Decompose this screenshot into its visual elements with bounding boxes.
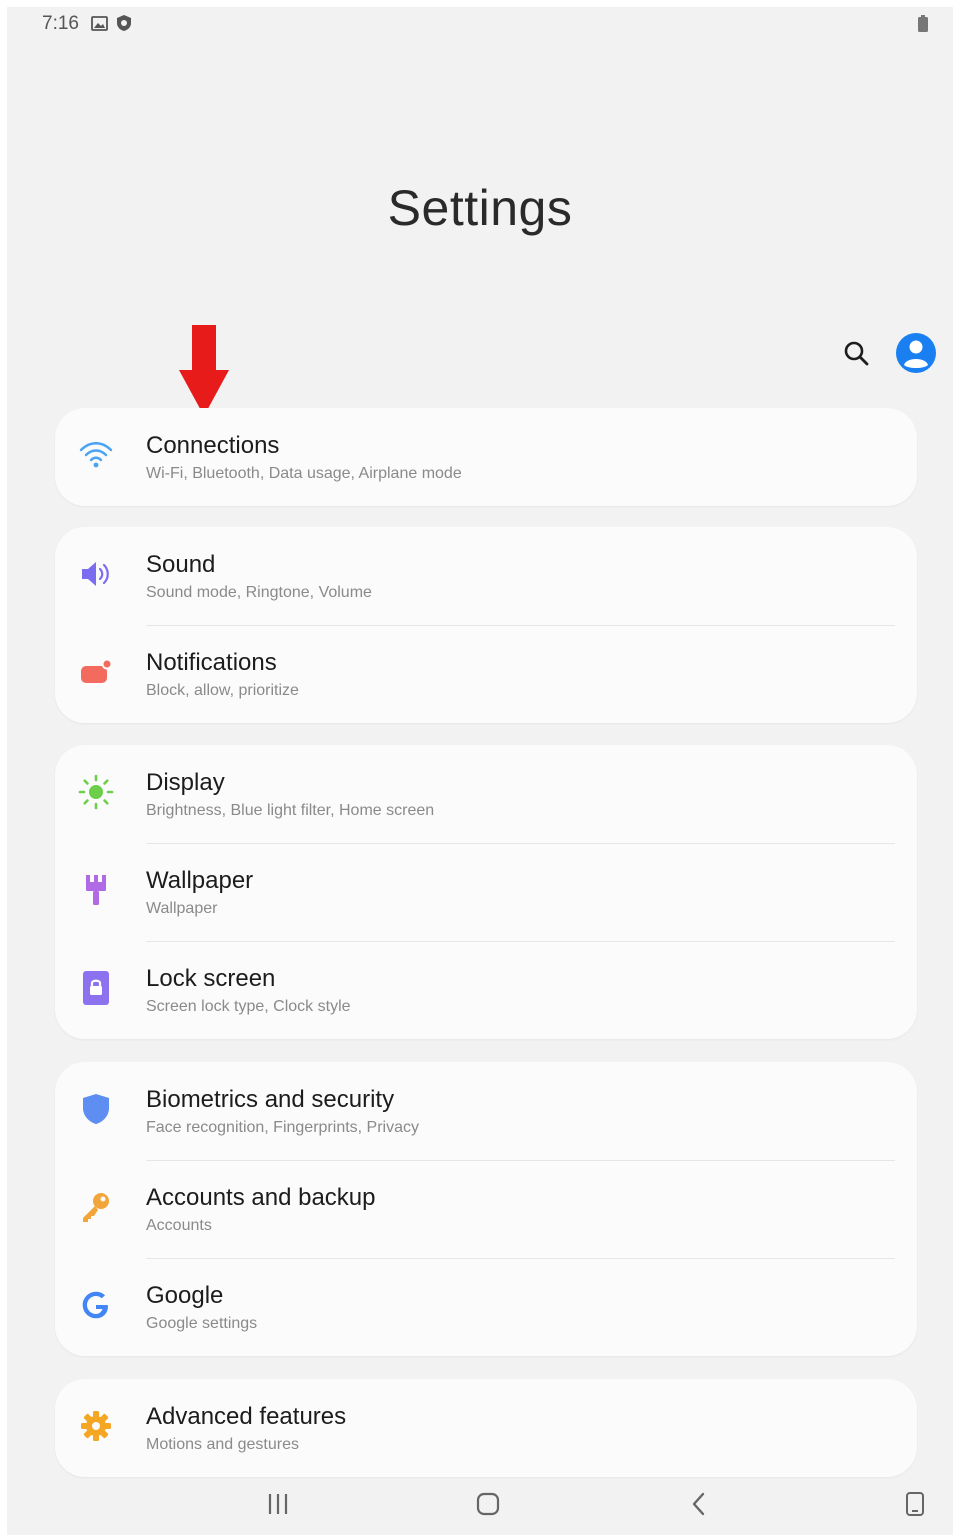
recent-apps-icon[interactable] [258, 1487, 298, 1521]
settings-item-subtitle: Block, allow, prioritize [146, 682, 299, 699]
settings-item-title: Google [146, 1282, 224, 1309]
settings-item-subtitle: Wallpaper [146, 900, 218, 917]
battery-icon [917, 15, 929, 37]
settings-item-google[interactable]: Google Google settings [55, 1258, 917, 1356]
settings-item-title: Biometrics and security [146, 1086, 395, 1113]
settings-item-subtitle: Wi-Fi, Bluetooth, Data usage, Airplane m… [146, 465, 462, 482]
settings-item-title: Accounts and backup [146, 1184, 376, 1211]
settings-group-security: Biometrics and security Face recognition… [55, 1062, 917, 1356]
settings-item-title: Notifications [146, 649, 277, 676]
settings-screen: 7:16 Settings Connections Wi-Fi, Bluetoo… [7, 7, 953, 1535]
settings-group-connections: Connections Wi-Fi, Bluetooth, Data usage… [55, 408, 917, 506]
wifi-icon [78, 437, 114, 473]
settings-item-subtitle: Sound mode, Ringtone, Volume [146, 584, 372, 601]
back-icon[interactable] [679, 1487, 719, 1521]
speaker-icon [78, 556, 114, 592]
settings-item-accounts[interactable]: Accounts and backup Accounts [55, 1160, 917, 1258]
settings-item-subtitle: Brightness, Blue light filter, Home scre… [146, 802, 435, 819]
settings-item-wallpaper[interactable]: Wallpaper Wallpaper [55, 843, 917, 941]
settings-item-title: Display [146, 769, 225, 796]
settings-item-advanced-features[interactable]: Advanced features Motions and gestures [55, 1379, 917, 1477]
brush-icon [78, 872, 114, 908]
shield-status-icon [116, 14, 132, 37]
screen-rotate-icon[interactable] [895, 1487, 935, 1521]
settings-item-notifications[interactable]: Notifications Block, allow, prioritize [55, 625, 917, 723]
status-time: 7:16 [42, 13, 79, 34]
settings-item-title: Advanced features [146, 1403, 347, 1430]
settings-group-display: Display Brightness, Blue light filter, H… [55, 745, 917, 1039]
settings-item-subtitle: Motions and gestures [146, 1436, 299, 1453]
settings-item-connections[interactable]: Connections Wi-Fi, Bluetooth, Data usage… [55, 408, 917, 506]
settings-item-title: Connections [146, 432, 280, 459]
settings-item-display[interactable]: Display Brightness, Blue light filter, H… [55, 745, 917, 843]
image-notification-icon [91, 15, 108, 36]
page-title: Settings [387, 180, 573, 236]
home-icon[interactable] [468, 1487, 508, 1521]
settings-item-sound[interactable]: Sound Sound mode, Ringtone, Volume [55, 527, 917, 625]
google-icon [78, 1287, 114, 1323]
settings-item-subtitle: Screen lock type, Clock style [146, 998, 351, 1015]
lock-icon [78, 970, 114, 1006]
settings-item-subtitle: Google settings [146, 1315, 258, 1332]
status-bar: 7:16 [7, 7, 953, 43]
sun-icon [78, 774, 114, 810]
settings-item-title: Sound [146, 551, 216, 578]
shield-icon [78, 1091, 114, 1127]
navigation-bar [7, 1473, 953, 1535]
settings-item-biometrics[interactable]: Biometrics and security Face recognition… [55, 1062, 917, 1160]
settings-item-subtitle: Face recognition, Fingerprints, Privacy [146, 1119, 419, 1136]
settings-item-lock-screen[interactable]: Lock screen Screen lock type, Clock styl… [55, 941, 917, 1039]
profile-avatar-icon[interactable] [895, 332, 937, 374]
search-icon[interactable] [843, 340, 869, 366]
settings-group-advanced: Advanced features Motions and gestures [55, 1379, 917, 1477]
key-icon [78, 1189, 114, 1225]
settings-item-subtitle: Accounts [146, 1217, 212, 1234]
gear-icon [78, 1408, 114, 1444]
settings-item-title: Wallpaper [146, 867, 254, 894]
settings-item-title: Lock screen [146, 965, 276, 992]
settings-group-sound: Sound Sound mode, Ringtone, Volume Notif… [55, 527, 917, 723]
notification-icon [78, 654, 114, 690]
